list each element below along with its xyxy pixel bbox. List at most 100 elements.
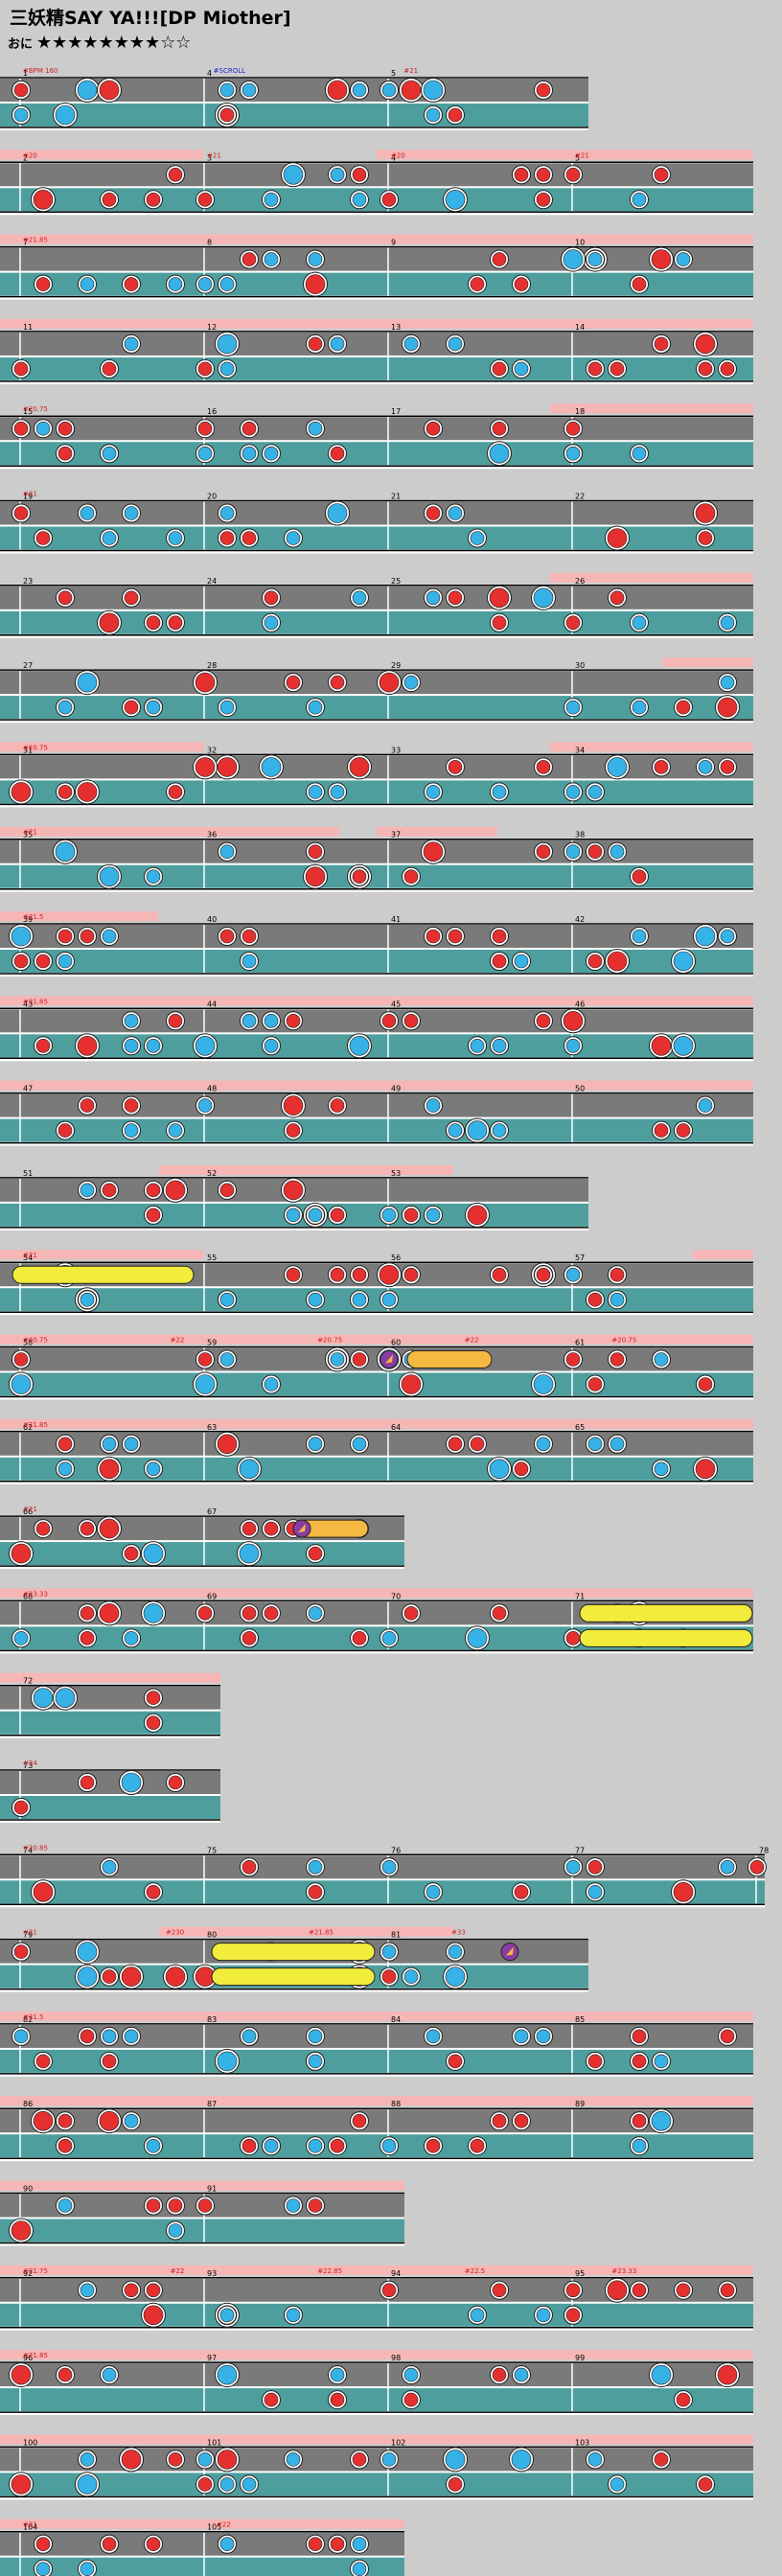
ka-note-face (403, 1969, 419, 1984)
big-don-note (215, 2447, 240, 2472)
big-don-note-face (379, 1264, 400, 1285)
ka-note (380, 80, 399, 100)
ka-note (100, 1434, 119, 1454)
big-don-note-face (99, 80, 120, 101)
gogo-band (0, 826, 339, 837)
don-note (34, 274, 53, 294)
big-don-note-face (33, 190, 54, 210)
ka-note (608, 2474, 627, 2495)
ka-note-face (381, 1860, 397, 1874)
big-ka-note-face (239, 1459, 260, 1480)
gogo-band (0, 2265, 753, 2275)
ka-note-face (124, 1631, 139, 1645)
don-note-face (492, 954, 507, 969)
ka-note-face (124, 506, 139, 520)
bpm-marker: #20.75 (317, 1337, 342, 1345)
lane-lower (0, 2388, 753, 2412)
ka-note-face (308, 2029, 323, 2044)
don-note-face (514, 1461, 529, 1477)
bpm-marker: #20.75 (611, 1337, 636, 1345)
don-note (262, 587, 281, 608)
big-don-note-face (11, 2220, 32, 2241)
ka-note-face (654, 2054, 669, 2069)
don-note (630, 274, 649, 294)
don-note-face (80, 1631, 95, 1645)
gogo-band (0, 1672, 220, 1683)
ka-note (402, 334, 421, 354)
don-note-face (286, 1014, 301, 1028)
big-don-note (649, 1033, 674, 1059)
ka-note-face (403, 2367, 419, 2382)
ka-note (218, 358, 237, 379)
ka-note-face (80, 2562, 95, 2576)
don-note (196, 190, 215, 210)
big-don-note (9, 779, 34, 805)
don-note (56, 1120, 75, 1140)
don-note (630, 2280, 649, 2300)
don-note-face (492, 2367, 507, 2382)
ka-note-face (610, 2477, 625, 2492)
ka-note (262, 1374, 281, 1394)
bpm-marker: #20 (23, 151, 37, 159)
ka-note-face (219, 2477, 235, 2492)
don-note-face (242, 2138, 257, 2153)
ka-note (718, 673, 737, 693)
big-don-note (97, 78, 122, 103)
don-note-face (308, 1885, 323, 1899)
big-don-note (377, 670, 402, 696)
big-ka-note-face (467, 1120, 488, 1140)
ka-note-face (330, 1352, 345, 1367)
chart-row-16: 58 59 60 61#20.75 #22 #20.75 #22 #20.75 (0, 1334, 753, 1400)
ka-note-face (448, 506, 463, 520)
don-note-face (264, 590, 279, 606)
don-note (56, 1434, 75, 1454)
don-note-face (168, 168, 183, 182)
big-ka-note-face (121, 1772, 142, 1793)
don-note (630, 2026, 649, 2046)
don-note (166, 612, 185, 632)
ka-note-face (514, 361, 529, 377)
ka-note-face (219, 1352, 235, 1367)
don-note (328, 2534, 347, 2554)
big-don-note-face (305, 274, 326, 294)
ka-note-face (80, 2452, 95, 2467)
don-note-face (698, 531, 713, 545)
measure-number: 16 (207, 407, 217, 416)
don-note (262, 1519, 281, 1539)
don-note-face (168, 1014, 183, 1028)
big-don-note-face (217, 1434, 238, 1455)
don-note-face (352, 1631, 367, 1645)
don-note (608, 1265, 627, 1285)
bpm-marker: #20 (391, 151, 405, 159)
ka-note-face (632, 446, 647, 461)
ka-note (564, 444, 583, 464)
don-note (144, 2534, 163, 2554)
ka-note-face (470, 531, 485, 545)
don-note (56, 419, 75, 439)
ka-note-face (264, 1377, 279, 1392)
ka-note-face (264, 252, 279, 266)
ka-note-face (492, 1123, 507, 1138)
measure-number: 51 (23, 1169, 33, 1178)
big-ka-note-face (33, 1688, 54, 1708)
ka-note (402, 2365, 421, 2385)
don-note (328, 673, 347, 693)
ka-note-face (308, 1292, 323, 1307)
don-note-face (146, 2283, 161, 2298)
measure-number: 67 (207, 1507, 217, 1516)
ka-note (446, 503, 465, 523)
don-note (34, 528, 53, 548)
ka-note-face (242, 2029, 257, 2044)
lane-lower (0, 104, 588, 126)
big-don-note-face (11, 2364, 32, 2385)
don-note (490, 612, 509, 632)
ka-note (262, 612, 281, 632)
ka-note (630, 190, 649, 210)
don-note (56, 2136, 75, 2156)
measure-number: 80 (207, 1931, 217, 1940)
don-note-face (352, 1352, 367, 1367)
big-don-note-face (651, 249, 672, 269)
don-note (78, 1095, 97, 1116)
don-note-face (720, 2029, 735, 2044)
don-note-face (13, 82, 29, 98)
